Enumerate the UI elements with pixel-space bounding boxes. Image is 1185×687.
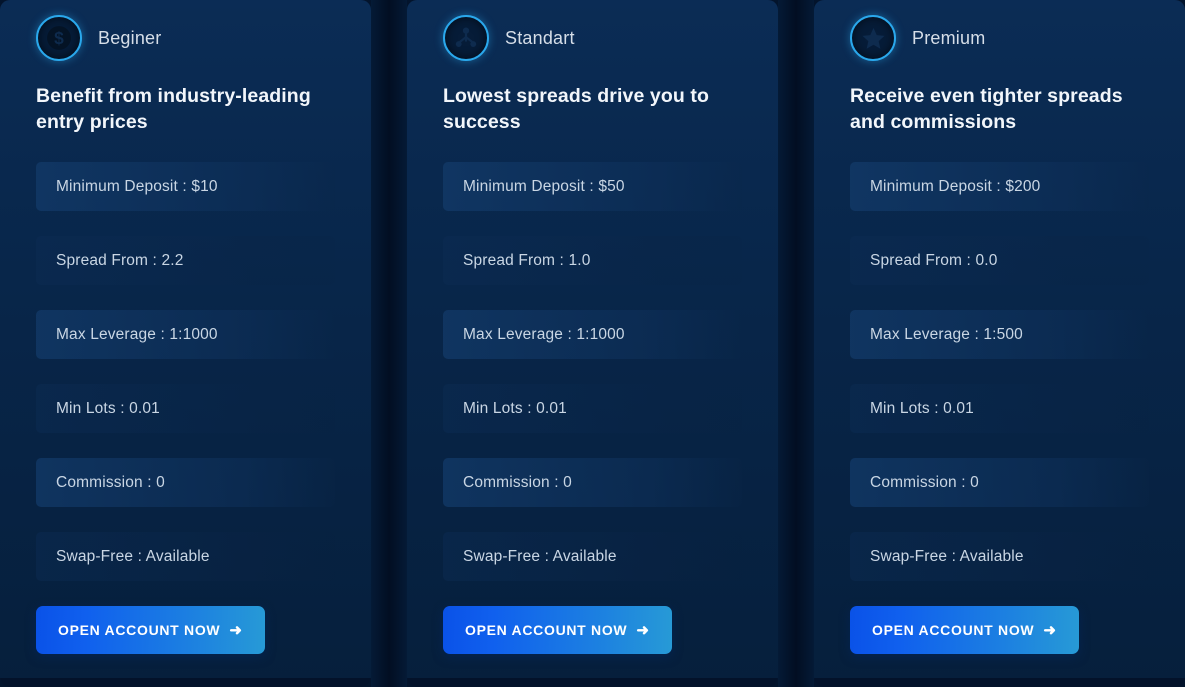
feature-row: Swap-Free : Available: [850, 532, 1149, 581]
plan-card-standart: Standart Lowest spreads drive you to suc…: [407, 0, 778, 687]
plan-header: Standart: [443, 0, 742, 62]
card-gap: [778, 0, 814, 687]
feature-row: Min Lots : 0.01: [36, 384, 335, 433]
arrow-right-icon: ➜: [229, 623, 242, 638]
feature-row: Min Lots : 0.01: [850, 384, 1149, 433]
feature-row: Minimum Deposit : $200: [850, 162, 1149, 211]
open-account-label: OPEN ACCOUNT NOW: [465, 622, 627, 638]
plan-header: $ Beginer: [36, 0, 335, 62]
cta-container: OPEN ACCOUNT NOW ➜: [36, 606, 335, 654]
feature-row: Swap-Free : Available: [36, 532, 335, 581]
card-gap: [371, 0, 407, 687]
plan-name: Premium: [912, 28, 985, 49]
plan-header: Premium: [850, 0, 1149, 62]
svg-text:$: $: [54, 28, 64, 48]
dollar-icon: $: [36, 15, 82, 61]
feature-row: Spread From : 2.2: [36, 236, 335, 285]
open-account-button[interactable]: OPEN ACCOUNT NOW ➜: [36, 606, 265, 654]
feature-row: Swap-Free : Available: [443, 532, 742, 581]
cta-container: OPEN ACCOUNT NOW ➜: [443, 606, 742, 654]
feature-list: Minimum Deposit : $50 Spread From : 1.0 …: [443, 162, 742, 581]
feature-row: Max Leverage : 1:500: [850, 310, 1149, 359]
plan-tagline: Receive even tighter spreads and commiss…: [850, 84, 1149, 138]
plan-tagline: Lowest spreads drive you to success: [443, 84, 742, 138]
open-account-button[interactable]: OPEN ACCOUNT NOW ➜: [850, 606, 1079, 654]
feature-row: Minimum Deposit : $10: [36, 162, 335, 211]
feature-row: Commission : 0: [443, 458, 742, 507]
open-account-button[interactable]: OPEN ACCOUNT NOW ➜: [443, 606, 672, 654]
user-group-icon: [443, 15, 489, 61]
feature-row: Max Leverage : 1:1000: [36, 310, 335, 359]
feature-row: Minimum Deposit : $50: [443, 162, 742, 211]
pricing-plans-section: $ Beginer Benefit from industry-leading …: [0, 0, 1185, 687]
feature-row: Min Lots : 0.01: [443, 384, 742, 433]
open-account-label: OPEN ACCOUNT NOW: [58, 622, 220, 638]
plan-card-premium: Premium Receive even tighter spreads and…: [814, 0, 1185, 687]
plan-tagline: Benefit from industry-leading entry pric…: [36, 84, 335, 138]
feature-row: Commission : 0: [36, 458, 335, 507]
star-icon: [850, 15, 896, 61]
plan-card-beginer: $ Beginer Benefit from industry-leading …: [0, 0, 371, 687]
plan-name: Beginer: [98, 28, 161, 49]
feature-list: Minimum Deposit : $200 Spread From : 0.0…: [850, 162, 1149, 581]
plan-name: Standart: [505, 28, 575, 49]
arrow-right-icon: ➜: [1043, 623, 1056, 638]
feature-row: Spread From : 1.0: [443, 236, 742, 285]
cta-container: OPEN ACCOUNT NOW ➜: [850, 606, 1149, 654]
feature-row: Max Leverage : 1:1000: [443, 310, 742, 359]
open-account-label: OPEN ACCOUNT NOW: [872, 622, 1034, 638]
arrow-right-icon: ➜: [636, 623, 649, 638]
feature-list: Minimum Deposit : $10 Spread From : 2.2 …: [36, 162, 335, 581]
feature-row: Spread From : 0.0: [850, 236, 1149, 285]
feature-row: Commission : 0: [850, 458, 1149, 507]
